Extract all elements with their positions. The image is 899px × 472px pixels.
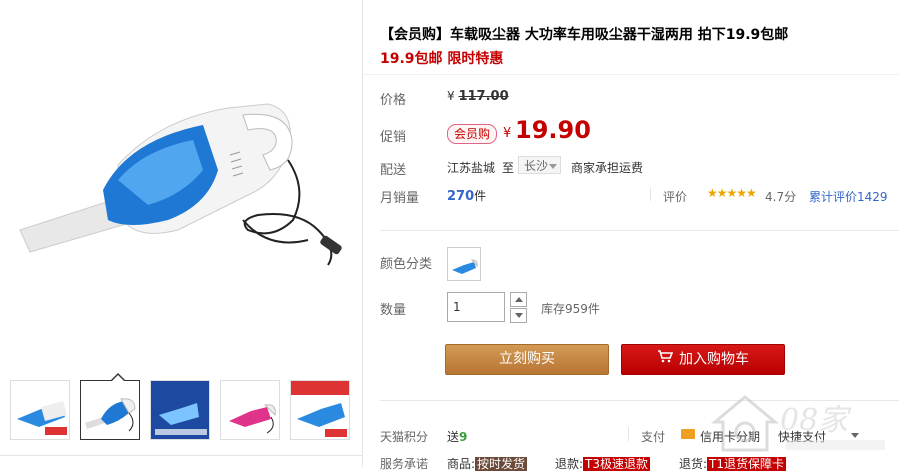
ship-to-value: 长沙 xyxy=(524,159,549,173)
service-refund-tag[interactable]: T3极速退款 xyxy=(583,457,651,471)
points-prefix: 送 xyxy=(447,430,460,444)
service-label: 服务承诺 xyxy=(380,457,429,471)
original-price: ¥ 117.00 xyxy=(447,89,509,104)
rating-stars-icon: ★★★★★ xyxy=(707,186,757,200)
monthly-sales: 270件 xyxy=(447,187,486,204)
points-label: 天猫积分 xyxy=(380,430,429,444)
product-subtitle: 19.9包邮 限时特惠 xyxy=(380,51,504,67)
quantity-input[interactable]: 1 xyxy=(447,292,505,322)
shipping-label: 配送 xyxy=(380,163,407,178)
review-count-link[interactable]: 累计评价1429 xyxy=(809,188,888,205)
thumbnail-strip xyxy=(8,373,358,444)
quantity-label: 数量 xyxy=(380,303,407,318)
monthly-sales-count: 270 xyxy=(447,189,475,204)
review-score: 4.7分 xyxy=(765,190,797,204)
original-currency: ¥ xyxy=(447,89,455,103)
service-return-label: 退货: xyxy=(679,457,708,471)
product-title: 【会员购】车载吸尘器 大功率车用吸尘器干湿两用 拍下19.9包邮 xyxy=(380,27,789,43)
monthly-sales-label: 月销量 xyxy=(380,191,420,206)
service-refund-label: 退款: xyxy=(555,457,584,471)
promo-price: 19.90 xyxy=(515,116,591,144)
shipping-fee: 商家承担运费 xyxy=(571,161,644,175)
quantity-decrease-button[interactable] xyxy=(510,308,527,323)
service-goods-label: 商品: xyxy=(447,457,476,471)
service-goods: 商品: 按时发货 xyxy=(447,455,528,472)
thumbnail[interactable] xyxy=(10,380,70,440)
svg-text:08家: 08家 xyxy=(780,403,852,438)
thumbnail[interactable] xyxy=(220,380,280,440)
cart-icon xyxy=(657,345,674,374)
points-value: 送9 xyxy=(447,428,467,445)
credit-card-icon xyxy=(681,429,695,439)
ship-to-select[interactable]: 长沙 xyxy=(518,156,561,174)
original-price-value: 117.00 xyxy=(458,89,509,104)
stock-count: 库存959件 xyxy=(541,302,600,316)
price-label: 价格 xyxy=(380,93,407,108)
promo-currency: ¥ xyxy=(503,126,512,141)
service-goods-tag[interactable]: 按时发货 xyxy=(475,457,528,471)
review-label: 评价 xyxy=(663,190,688,204)
divider xyxy=(628,427,629,441)
ship-from: 江苏盐城 xyxy=(447,161,496,175)
thumbnail-indicator-fill xyxy=(112,375,124,381)
quantity-increase-button[interactable] xyxy=(510,292,527,307)
promo-badge: 会员购 xyxy=(447,124,498,144)
promo-label: 促销 xyxy=(380,130,407,145)
monthly-sales-unit: 件 xyxy=(474,189,487,203)
add-to-cart-button[interactable]: 加入购物车 xyxy=(621,344,785,375)
chevron-up-icon xyxy=(515,297,523,302)
ship-to-label: 至 xyxy=(502,161,515,175)
thumbnail[interactable] xyxy=(290,380,350,440)
service-refund: 退款: T3极速退款 xyxy=(555,455,651,472)
thumbnail[interactable] xyxy=(150,380,210,440)
buy-now-button[interactable]: 立刻购买 xyxy=(445,344,609,375)
thumbnail-selected[interactable] xyxy=(80,380,140,440)
payment-label: 支付 xyxy=(641,430,666,444)
points-number: 9 xyxy=(459,430,468,444)
gallery-bottom-divider xyxy=(0,455,362,456)
color-label: 颜色分类 xyxy=(380,257,433,272)
section-divider xyxy=(380,230,899,231)
add-to-cart-label: 加入购物车 xyxy=(679,351,749,368)
chevron-down-icon xyxy=(515,313,523,318)
main-product-image[interactable] xyxy=(8,70,353,300)
chevron-down-icon xyxy=(549,164,557,169)
color-option[interactable] xyxy=(447,247,481,281)
product-gallery xyxy=(0,0,363,467)
site-watermark: 08家 xyxy=(705,372,895,462)
divider xyxy=(650,187,651,201)
